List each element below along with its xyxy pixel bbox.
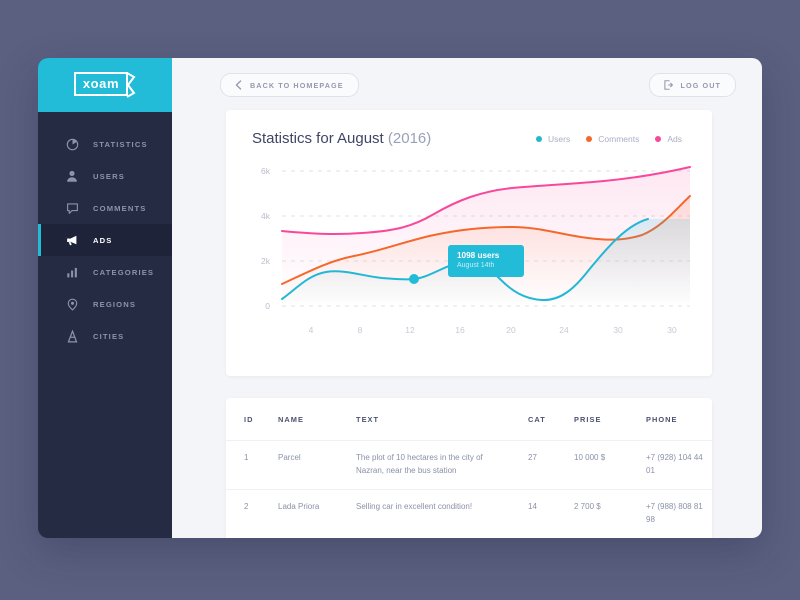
logo-ribbon-icon xyxy=(126,72,136,98)
x-tick-label: 20 xyxy=(506,325,516,335)
legend-item-users[interactable]: Users xyxy=(536,134,570,144)
chart-plot-area: 6k 4k 2k 0 4 8 12 16 20 24 30 30 1098 us… xyxy=(244,157,694,357)
user-icon xyxy=(64,168,80,184)
building-icon xyxy=(64,328,80,344)
legend-dot-icon xyxy=(536,135,543,142)
sidebar-item-users[interactable]: Users xyxy=(38,160,172,192)
x-tick-label: 30 xyxy=(667,325,677,335)
sidebar: xoam Statistics xyxy=(38,58,172,538)
column-header-name[interactable]: Name xyxy=(278,398,356,441)
sidebar-item-regions[interactable]: Regions xyxy=(38,288,172,320)
legend-item-comments[interactable]: Comments xyxy=(586,134,639,144)
cell-name: Parcel xyxy=(278,440,356,490)
statistics-chart-card: Statistics for August (2016) Users Comme… xyxy=(226,110,712,376)
log-out-button[interactable]: Log out xyxy=(648,73,736,97)
column-header-text[interactable]: Text xyxy=(356,398,528,441)
cell-name: Lada Priora xyxy=(278,489,356,538)
tooltip-value: 1098 users xyxy=(457,251,500,260)
sidebar-item-categories[interactable]: Categories xyxy=(38,256,172,288)
brand-logo-area[interactable]: xoam xyxy=(38,58,172,112)
chevron-left-icon xyxy=(235,80,242,90)
cell-prise: 10 000 $ xyxy=(574,440,646,490)
table-header-row: ID Name Text Cat Prise Phone xyxy=(226,398,712,441)
column-header-id[interactable]: ID xyxy=(226,398,278,441)
cell-phone: +7 (928) 104 44 01 xyxy=(646,440,712,490)
chart-tooltip: 1098 users August 14th xyxy=(448,245,524,277)
x-tick-label: 16 xyxy=(455,325,465,335)
map-pin-icon xyxy=(64,296,80,312)
y-tick-label: 0 xyxy=(265,301,270,311)
sidebar-item-comments[interactable]: Comments xyxy=(38,192,172,224)
app-window: xoam Statistics xyxy=(38,58,762,538)
ads-table: ID Name Text Cat Prise Phone 1 Parcel Th… xyxy=(226,398,712,538)
legend-label: Ads xyxy=(667,133,682,144)
y-tick-label: 4k xyxy=(261,211,271,221)
column-header-prise[interactable]: Prise xyxy=(574,398,646,441)
sidebar-item-ads[interactable]: Ads xyxy=(38,224,172,256)
tooltip-date: August 14th xyxy=(457,262,495,269)
x-tick-label: 30 xyxy=(613,325,623,335)
x-tick-label: 4 xyxy=(309,325,314,335)
cell-phone: +7 (988) 808 81 98 xyxy=(646,489,712,538)
xoam-logo: xoam xyxy=(74,72,136,98)
x-tick-label: 24 xyxy=(559,325,569,335)
sidebar-item-label: Regions xyxy=(93,299,137,309)
sidebar-item-label: Comments xyxy=(93,203,147,213)
chart-title-year: (2016) xyxy=(387,130,432,147)
chart-header: Statistics for August (2016) Users Comme… xyxy=(226,110,712,147)
megaphone-icon xyxy=(64,232,80,248)
legend-label: Users xyxy=(548,133,571,144)
sidebar-item-label: Ads xyxy=(93,235,113,245)
cell-cat: 27 xyxy=(528,440,574,490)
sidebar-item-label: Statistics xyxy=(93,139,148,149)
back-to-homepage-label: Back to homepage xyxy=(250,80,344,90)
cell-id: 2 xyxy=(226,489,278,538)
sidebar-item-cities[interactable]: Cities xyxy=(38,320,172,352)
sidebar-item-label: Categories xyxy=(93,267,155,277)
ads-table-card: ID Name Text Cat Prise Phone 1 Parcel Th… xyxy=(226,398,712,538)
logout-icon xyxy=(663,80,673,90)
column-header-phone[interactable]: Phone xyxy=(646,398,712,441)
table-row[interactable]: 1 Parcel The plot of 10 hectares in the … xyxy=(226,440,712,490)
main-panel: Back to homepage Log out Statistics for … xyxy=(172,58,762,538)
cell-prise: 2 700 $ xyxy=(574,489,646,538)
chart-title-text: Statistics for August xyxy=(252,130,384,147)
legend-label: Comments xyxy=(598,133,640,144)
table-row[interactable]: 2 Lada Priora Selling car in excellent c… xyxy=(226,489,712,538)
sidebar-item-label: Cities xyxy=(93,331,125,341)
column-header-cat[interactable]: Cat xyxy=(528,398,574,441)
bar-chart-icon xyxy=(64,264,80,280)
x-tick-label: 12 xyxy=(405,325,415,335)
pie-chart-icon xyxy=(64,136,80,152)
topbar: Back to homepage Log out xyxy=(172,58,762,112)
cell-id: 1 xyxy=(226,440,278,490)
chart-data-point-marker[interactable] xyxy=(409,274,419,284)
sidebar-item-label: Users xyxy=(93,171,125,181)
legend-dot-icon xyxy=(586,135,593,142)
y-tick-label: 2k xyxy=(261,256,271,266)
sidebar-nav: Statistics Users Comments xyxy=(38,112,172,352)
legend-item-ads[interactable]: Ads xyxy=(655,134,682,144)
chart-title: Statistics for August (2016) xyxy=(252,130,431,147)
chart-legend: Users Comments Ads xyxy=(536,134,686,144)
cell-cat: 14 xyxy=(528,489,574,538)
x-tick-label: 8 xyxy=(358,325,363,335)
cell-text: Selling car in excellent condition! xyxy=(356,489,528,538)
log-out-label: Log out xyxy=(680,80,721,90)
y-tick-label: 6k xyxy=(261,166,271,176)
comment-icon xyxy=(64,200,80,216)
back-to-homepage-button[interactable]: Back to homepage xyxy=(220,73,359,97)
cell-text: The plot of 10 hectares in the city of N… xyxy=(356,440,528,490)
logo-text: xoam xyxy=(82,76,120,91)
sidebar-item-statistics[interactable]: Statistics xyxy=(38,128,172,160)
legend-dot-icon xyxy=(655,135,662,142)
